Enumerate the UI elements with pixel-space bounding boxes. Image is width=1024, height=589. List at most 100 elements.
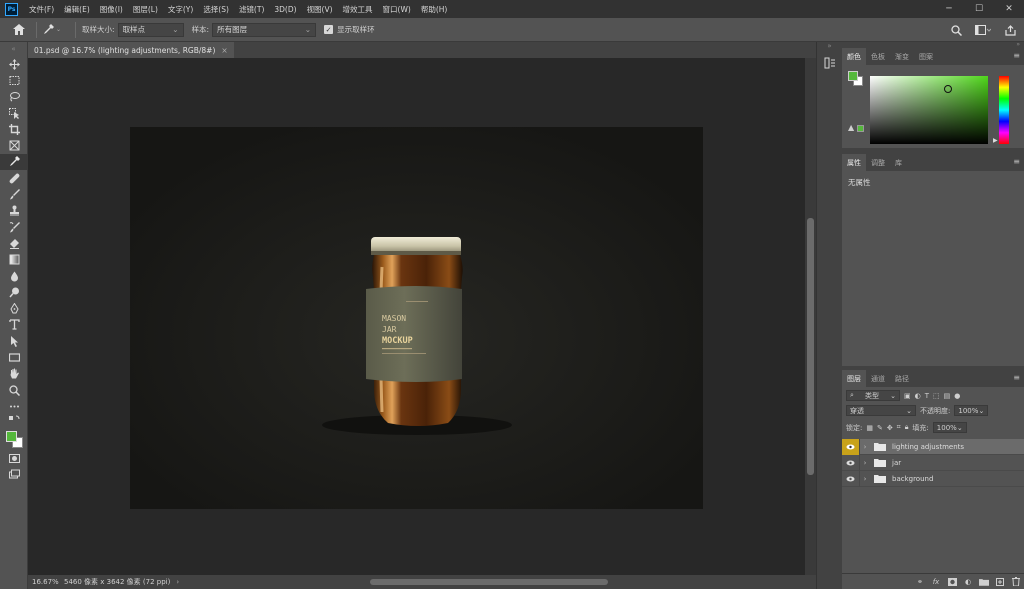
history-panel-button[interactable] bbox=[817, 54, 842, 72]
foreground-color-swatch[interactable] bbox=[6, 430, 17, 442]
filter-shape-icon[interactable]: ⬚ bbox=[933, 392, 940, 400]
brush-tool[interactable] bbox=[0, 186, 28, 202]
show-ring-checkbox[interactable]: ✓ bbox=[324, 25, 334, 34]
expand-chevron-icon[interactable]: › bbox=[860, 459, 870, 467]
zoom-level[interactable]: 16.67% bbox=[32, 578, 62, 586]
horizontal-scroll-thumb[interactable] bbox=[370, 579, 608, 585]
panel-menu-icon[interactable]: ≡ bbox=[1013, 157, 1020, 166]
clone-stamp-tool[interactable] bbox=[0, 203, 28, 219]
layer-row[interactable]: › background bbox=[842, 470, 1024, 487]
tab-libraries[interactable]: 库 bbox=[890, 154, 907, 171]
adjustment-layer-button[interactable]: ◐ bbox=[960, 575, 976, 589]
close-window-button[interactable]: ✕ bbox=[994, 0, 1024, 18]
link-layers-button[interactable]: ⚭ bbox=[912, 575, 928, 589]
menu-filter[interactable]: 滤镜(T) bbox=[234, 4, 269, 15]
menu-layer[interactable]: 图层(L) bbox=[128, 4, 163, 15]
tab-paths[interactable]: 路径 bbox=[890, 370, 914, 387]
zoom-tool[interactable] bbox=[0, 382, 28, 398]
expand-chevron-icon[interactable]: › bbox=[860, 475, 870, 483]
frame-tool[interactable] bbox=[0, 137, 28, 153]
filter-adjustment-icon[interactable]: ◐ bbox=[915, 392, 921, 400]
sample-size-select[interactable]: 取样点 ⌄ bbox=[117, 22, 184, 37]
lock-position-icon[interactable]: ✥ bbox=[887, 424, 893, 432]
menu-view[interactable]: 视图(V) bbox=[302, 4, 338, 15]
canvas-workspace[interactable]: MASON JAR MOCKUP bbox=[28, 58, 805, 575]
tab-layers[interactable]: 图层 bbox=[842, 370, 866, 387]
horizontal-scrollbar[interactable] bbox=[178, 578, 798, 586]
filter-kind-select[interactable]: ⌕ 类型 ⌄ bbox=[846, 390, 900, 401]
swap-colors-button[interactable] bbox=[0, 415, 28, 425]
filter-pixel-icon[interactable]: ▣ bbox=[904, 392, 911, 400]
new-group-button[interactable] bbox=[976, 575, 992, 589]
quick-mask-button[interactable] bbox=[0, 451, 28, 467]
tab-channels[interactable]: 通道 bbox=[866, 370, 890, 387]
more-tools-button[interactable] bbox=[0, 398, 28, 414]
type-tool[interactable] bbox=[0, 317, 28, 333]
menu-type[interactable]: 文字(Y) bbox=[163, 4, 198, 15]
minimize-button[interactable]: ─ bbox=[934, 0, 964, 18]
search-button[interactable] bbox=[946, 20, 966, 40]
saturation-brightness-field[interactable] bbox=[870, 76, 988, 144]
home-button[interactable] bbox=[8, 20, 30, 40]
panel-menu-icon[interactable]: ≡ bbox=[1013, 51, 1020, 60]
eraser-tool[interactable] bbox=[0, 235, 28, 251]
toolbar-collapse-icon[interactable]: « bbox=[0, 42, 27, 56]
tool-preset-picker[interactable]: ⌄ bbox=[43, 24, 61, 35]
visibility-eye-icon[interactable] bbox=[842, 454, 860, 471]
delete-layer-button[interactable] bbox=[1008, 575, 1024, 589]
workspace-button[interactable] bbox=[970, 20, 996, 40]
screen-mode-button[interactable] bbox=[0, 467, 28, 483]
menu-3d[interactable]: 3D(D) bbox=[269, 5, 301, 14]
document-tab[interactable]: 01.psd @ 16.7% (lighting adjustments, RG… bbox=[28, 42, 234, 58]
lock-transparency-icon[interactable]: ▦ bbox=[866, 424, 873, 432]
share-button[interactable] bbox=[1000, 20, 1020, 40]
tab-swatches[interactable]: 色板 bbox=[866, 48, 890, 65]
object-selection-tool[interactable] bbox=[0, 105, 28, 121]
filter-smart-object-icon[interactable]: ▤ bbox=[944, 392, 951, 400]
web-safe-swatch[interactable] bbox=[857, 125, 864, 132]
blur-tool[interactable] bbox=[0, 268, 28, 284]
healing-brush-tool[interactable] bbox=[0, 170, 28, 186]
eyedropper-tool[interactable] bbox=[0, 153, 28, 171]
vertical-scroll-thumb[interactable] bbox=[807, 218, 814, 475]
expand-chevron-icon[interactable]: › bbox=[860, 443, 870, 451]
hand-tool[interactable] bbox=[0, 366, 28, 382]
document-canvas[interactable]: MASON JAR MOCKUP bbox=[130, 127, 703, 509]
add-mask-button[interactable] bbox=[944, 575, 960, 589]
lock-artboard-icon[interactable]: ⌗ bbox=[897, 423, 901, 432]
menu-file[interactable]: 文件(F) bbox=[24, 4, 59, 15]
history-brush-tool[interactable] bbox=[0, 219, 28, 235]
lock-all-icon[interactable]: 🔒︎ bbox=[905, 423, 909, 432]
path-selection-tool[interactable] bbox=[0, 333, 28, 349]
menu-select[interactable]: 选择(S) bbox=[198, 4, 234, 15]
collapse-icon[interactable]: » bbox=[817, 42, 842, 54]
rectangle-tool[interactable] bbox=[0, 349, 28, 365]
blend-mode-select[interactable]: 穿透 ⌄ bbox=[846, 405, 916, 416]
tab-adjustments[interactable]: 调整 bbox=[866, 154, 890, 171]
pen-tool[interactable] bbox=[0, 300, 28, 316]
lock-image-icon[interactable]: ✎ bbox=[877, 424, 883, 432]
menu-plugins[interactable]: 增效工具 bbox=[338, 4, 378, 15]
visibility-eye-icon[interactable] bbox=[842, 470, 860, 487]
crop-tool[interactable] bbox=[0, 121, 28, 137]
new-layer-button[interactable] bbox=[992, 575, 1008, 589]
filter-type-icon[interactable]: T bbox=[925, 392, 929, 400]
tab-gradients[interactable]: 渐变 bbox=[890, 48, 914, 65]
hue-pointer-icon[interactable]: ▶ bbox=[993, 137, 998, 144]
menu-help[interactable]: 帮助(H) bbox=[416, 4, 453, 15]
marquee-tool[interactable] bbox=[0, 72, 28, 88]
opacity-input[interactable]: 100% ⌄ bbox=[954, 405, 989, 416]
visibility-eye-icon[interactable] bbox=[842, 438, 860, 455]
tab-properties[interactable]: 属性 bbox=[842, 154, 866, 171]
gamut-warning-icon[interactable]: ▲ bbox=[848, 123, 854, 132]
sample-select[interactable]: 所有图层 ⌄ bbox=[212, 22, 317, 37]
menu-edit[interactable]: 编辑(E) bbox=[59, 4, 95, 15]
layer-style-button[interactable]: fx bbox=[928, 575, 944, 589]
panel-menu-icon[interactable]: ≡ bbox=[1013, 373, 1020, 382]
filter-toggle-icon[interactable]: ● bbox=[954, 392, 960, 400]
dodge-tool[interactable] bbox=[0, 284, 28, 300]
menu-image[interactable]: 图像(I) bbox=[95, 4, 128, 15]
tab-color[interactable]: 颜色 bbox=[842, 48, 866, 65]
fill-input[interactable]: 100% ⌄ bbox=[932, 422, 967, 433]
close-tab-icon[interactable]: × bbox=[221, 46, 227, 55]
